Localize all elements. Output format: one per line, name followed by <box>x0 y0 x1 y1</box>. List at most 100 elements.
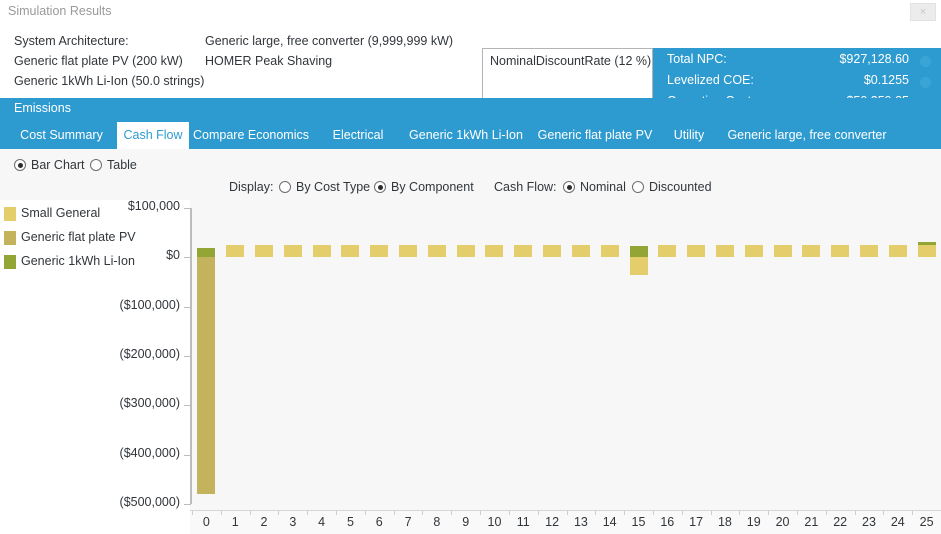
bar-segment <box>744 245 763 258</box>
y-axis-tick <box>184 257 191 259</box>
x-axis-tick-label: 13 <box>573 515 588 529</box>
bar-group[interactable] <box>802 200 821 510</box>
bar-group[interactable] <box>744 200 763 510</box>
bar-segment <box>658 245 677 258</box>
bar-group[interactable] <box>831 200 850 510</box>
metric-bullet-icon <box>920 56 931 67</box>
bar-group[interactable] <box>917 200 936 510</box>
emissions-label: Emissions <box>14 101 71 115</box>
bar-group[interactable] <box>888 200 907 510</box>
x-axis-tick-label: 24 <box>890 515 905 529</box>
axis-corner <box>0 510 190 534</box>
bar-segment <box>571 245 590 258</box>
x-axis-tick-label: 17 <box>689 515 704 529</box>
metric-levelized-coe-label: Levelized COE: <box>667 73 754 87</box>
metric-total-npc-label: Total NPC: <box>667 52 727 66</box>
x-axis-tick-label: 0 <box>202 515 210 529</box>
bar-group[interactable] <box>571 200 590 510</box>
bar-group[interactable] <box>312 200 331 510</box>
x-axis-tick-label: 14 <box>602 515 617 529</box>
bar-group[interactable] <box>283 200 302 510</box>
bar-group[interactable] <box>514 200 533 510</box>
metric-levelized-coe: Levelized COE: $0.1255 <box>653 71 941 92</box>
bar-segment <box>629 257 648 275</box>
radio-discounted-label: Discounted <box>649 180 712 194</box>
bar-group[interactable] <box>715 200 734 510</box>
y-axis-tick <box>184 454 191 456</box>
radio-bar-chart[interactable]: Bar Chart <box>14 157 85 173</box>
radio-by-cost-type[interactable]: By Cost Type <box>279 179 370 195</box>
bar-group[interactable] <box>859 200 878 510</box>
tab-compare-economics[interactable]: Compare Economics <box>189 122 313 149</box>
bar-group[interactable] <box>226 200 245 510</box>
y-axis-tick <box>184 306 191 308</box>
bar-segment <box>773 245 792 258</box>
x-axis-tick-label: 4 <box>318 515 326 529</box>
bar-segment <box>399 245 418 258</box>
x-axis-tick-label: 15 <box>631 515 646 529</box>
architecture-battery: Generic 1kWh Li-Ion (50.0 strings) <box>14 74 205 88</box>
tab-label: Electrical <box>332 128 384 142</box>
bar-group[interactable] <box>658 200 677 510</box>
y-axis-tick-label: ($500,000) <box>119 495 180 509</box>
radio-circle-icon <box>563 181 575 193</box>
bar-segment <box>831 245 850 258</box>
results-header: System Architecture: Generic flat plate … <box>0 24 941 117</box>
y-axis-tick-label: $100,000 <box>127 199 180 213</box>
bar-group[interactable] <box>197 200 216 510</box>
bar-segment <box>802 245 821 258</box>
bar-group[interactable] <box>370 200 389 510</box>
tab-generic-1kwh-li-ion[interactable]: Generic 1kWh Li-Ion <box>403 122 529 149</box>
tab-generic-large-free-converter[interactable]: Generic large, free converter <box>717 122 897 149</box>
bar-segment <box>485 245 504 258</box>
x-axis-tick-label: 11 <box>516 515 530 529</box>
bar-group[interactable] <box>255 200 274 510</box>
bar-segment <box>600 245 619 258</box>
radio-nominal[interactable]: Nominal <box>563 179 626 195</box>
architecture-right-column: Generic large, free converter (9,999,999… <box>205 31 453 71</box>
radio-circle-icon <box>90 159 102 171</box>
bar-segment <box>197 248 216 258</box>
radio-nominal-label: Nominal <box>580 180 626 194</box>
tab-electrical[interactable]: Electrical <box>313 122 403 149</box>
architecture-pv: Generic flat plate PV (200 kW) <box>14 54 183 68</box>
tab-cash-flow[interactable]: Cash Flow <box>117 122 189 149</box>
bar-group[interactable] <box>427 200 446 510</box>
radio-discounted[interactable]: Discounted <box>632 179 712 195</box>
y-axis-tick <box>184 504 191 505</box>
x-axis-tick-label: 16 <box>660 515 675 529</box>
radio-bar-chart-label: Bar Chart <box>31 158 85 172</box>
y-axis-tick-label: ($300,000) <box>119 396 180 411</box>
x-axis-tick-label: 2 <box>260 515 268 529</box>
radio-by-cost-type-label: By Cost Type <box>296 180 371 194</box>
radio-table[interactable]: Table <box>90 157 137 173</box>
y-axis-tick <box>184 356 191 357</box>
simulation-results-window: Simulation Results × System Architecture… <box>0 0 941 534</box>
bar-segment <box>312 245 331 258</box>
bar-group[interactable] <box>600 200 619 510</box>
tab-utility[interactable]: Utility <box>661 122 717 149</box>
y-axis-tick-label: $0 <box>166 248 180 263</box>
bar-group[interactable] <box>456 200 475 510</box>
tab-cost-summary[interactable]: Cost Summary <box>6 122 117 149</box>
metric-levelized-coe-value: $0.1255 <box>863 73 909 87</box>
close-icon[interactable]: × <box>910 3 936 21</box>
bar-segment <box>283 245 302 258</box>
radio-by-component[interactable]: By Component <box>374 179 474 195</box>
tab-generic-flat-plate-pv[interactable]: Generic flat plate PV <box>529 122 661 149</box>
y-axis-tick <box>184 405 191 407</box>
bar-segment <box>456 245 475 258</box>
x-axis-tick-label: 1 <box>231 515 239 529</box>
tab-label: Compare Economics <box>192 128 309 142</box>
bar-group[interactable] <box>399 200 418 510</box>
bar-group[interactable] <box>629 200 648 510</box>
y-axis-tick <box>184 208 191 209</box>
bar-group[interactable] <box>687 200 706 510</box>
cash-flow-chart: Small General Generic flat plate PV Generi… <box>0 199 941 534</box>
bar-group[interactable] <box>543 200 562 510</box>
x-axis-tick-label: 8 <box>433 515 441 529</box>
bar-group[interactable] <box>485 200 504 510</box>
architecture-left-column: System Architecture: Generic flat plate … <box>14 31 204 91</box>
bar-group[interactable] <box>773 200 792 510</box>
bar-group[interactable] <box>341 200 360 510</box>
